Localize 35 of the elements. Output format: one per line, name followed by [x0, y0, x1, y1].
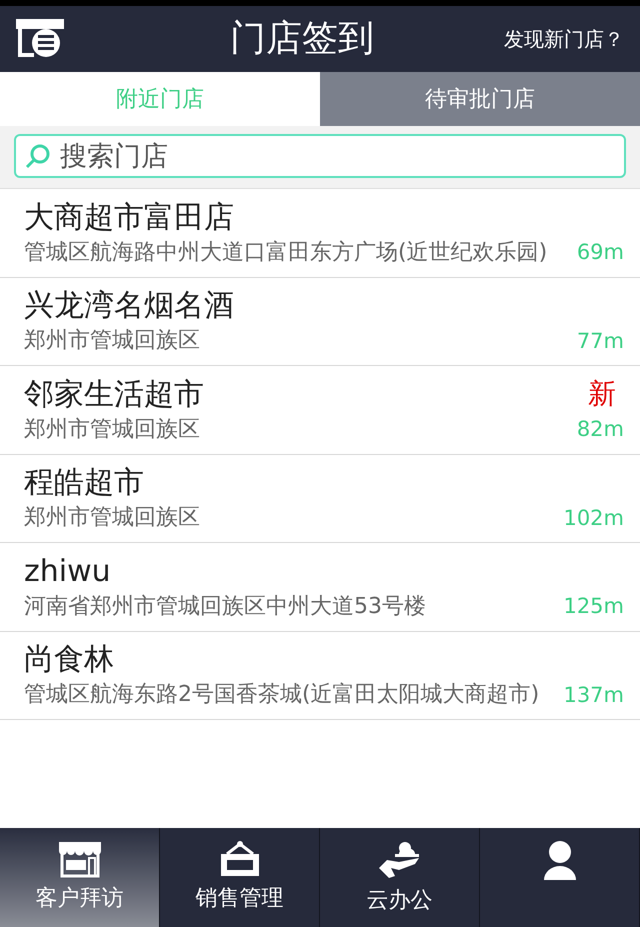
nav-tab[interactable]: 客户拜访 — [0, 828, 160, 927]
store-row[interactable]: 兴龙湾名烟名酒 郑州市管城回族区 77m — [0, 278, 640, 366]
store-address: 管城区航海东路2号国香茶城(近富田太阳城大商超市) — [24, 681, 540, 710]
store-row[interactable]: 程皓超市 郑州市管城回族区 102m — [0, 454, 640, 543]
store-name: 兴龙湾名烟名酒 — [24, 287, 234, 325]
store-address: 郑州市管城回族区 — [24, 504, 201, 532]
page-title: 门店签到 — [230, 17, 374, 61]
discover-store-link[interactable]: 发现新门店？ — [504, 24, 624, 54]
store-name: 程皓超市 — [24, 464, 144, 502]
store-address: 郑州市管城回族区 — [24, 416, 201, 444]
new-label: 新 — [588, 376, 616, 412]
store-address: 郑州市管城回族区 — [24, 327, 201, 356]
store-row[interactable]: 大商超市富田店 管城区航海路中州大道口富田东方广场(近世纪欢乐园) 69m — [0, 189, 640, 278]
search-field[interactable]: 搜索门店 — [14, 134, 626, 178]
search-icon — [24, 142, 52, 170]
distance: 82m — [576, 416, 624, 443]
person-icon — [542, 840, 578, 880]
storefront-icon — [56, 840, 102, 878]
store-address: 河南省郑州市管城回族区中州大道53号楼 — [24, 592, 427, 621]
store-name: 尚食林 — [24, 641, 114, 679]
store-name: zhiwu — [24, 552, 111, 590]
store-row[interactable]: 邻家生活超市 新 郑州市管城回族区 82m — [0, 366, 640, 454]
hanging-sign-icon — [218, 840, 260, 878]
store-name: 大商超市富田店 — [24, 198, 234, 236]
distance: 77m — [576, 328, 624, 354]
store-address: 管城区航海路中州大道口富田东方广场(近世纪欢乐园) — [24, 238, 548, 267]
distance: 125m — [563, 593, 624, 620]
distance: 137m — [563, 682, 624, 708]
store-row[interactable]: 尚食林 管城区航海东路2号国香茶城(近富田太阳城大商超市) 137m — [0, 632, 640, 720]
distance: 69m — [576, 239, 624, 266]
tab[interactable]: 待审批门店 — [320, 72, 640, 126]
store-name: 邻家生活超市 — [24, 376, 204, 414]
store-list-icon[interactable] — [16, 19, 64, 59]
distance: 102m — [563, 504, 624, 532]
store-row[interactable]: zhiwu 河南省郑州市管城回族区中州大道53号楼 125m — [0, 543, 640, 632]
